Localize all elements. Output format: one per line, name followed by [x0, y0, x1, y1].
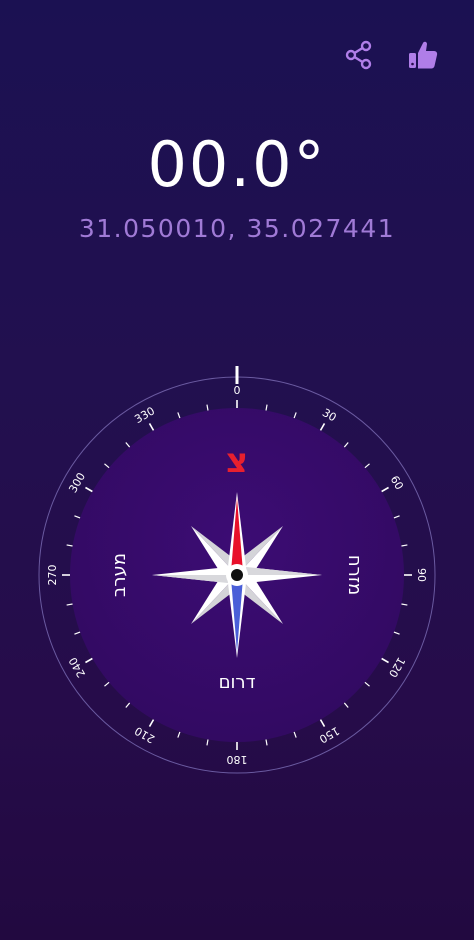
degree-label: 300	[66, 470, 88, 495]
top-actions	[342, 38, 440, 72]
thumbs-up-icon	[409, 41, 438, 69]
tick-mark	[319, 719, 326, 727]
north-letter: צ	[226, 441, 248, 481]
degree-label: 90	[415, 568, 428, 582]
tick-mark	[206, 404, 209, 411]
tick-mark	[343, 702, 349, 708]
like-button[interactable]	[406, 38, 440, 72]
tick-mark	[393, 515, 400, 519]
tick-mark	[364, 681, 370, 687]
degree-label: 60	[388, 473, 406, 492]
share-button[interactable]	[342, 38, 376, 72]
degree-label: 240	[66, 655, 88, 680]
tick-mark	[74, 515, 81, 519]
tick-mark	[381, 657, 389, 664]
gps-coordinates: 31.050010, 35.027441	[78, 214, 396, 243]
tick-mark	[177, 412, 181, 419]
share-icon	[345, 40, 372, 70]
tick-mark	[364, 463, 370, 469]
degree-label: 150	[317, 724, 342, 746]
degree-label: 120	[386, 655, 408, 680]
tick-mark	[85, 486, 93, 493]
tick-mark	[393, 631, 400, 635]
tick-mark	[265, 739, 268, 746]
needle-hub-center	[231, 569, 243, 581]
tick-mark	[343, 442, 349, 448]
tick-mark	[104, 463, 110, 469]
heading-readout: 00.0°	[147, 128, 327, 201]
tick-mark	[381, 486, 389, 493]
degree-label: 330	[132, 404, 157, 426]
east-label: מזרח	[344, 555, 365, 595]
compass-graphic: 0 30 60 90 120 150 180 210 240 270 300 330 צ דרום מ…	[38, 366, 436, 774]
south-label: דרום	[219, 672, 256, 693]
degree-label: 30	[320, 406, 339, 424]
degree-label: 270	[46, 565, 59, 586]
degree-label: 210	[132, 724, 157, 746]
degree-label: 180	[227, 753, 248, 766]
tick-mark	[104, 681, 110, 687]
tick-mark	[66, 603, 73, 606]
tick-mark	[125, 702, 131, 708]
tick-mark	[125, 442, 131, 448]
tick-mark	[66, 544, 73, 547]
tick-mark	[401, 603, 408, 606]
tick-mark	[74, 631, 81, 635]
tick-mark	[319, 423, 326, 431]
tick-mark	[148, 423, 155, 431]
compass-dial: 0 30 60 90 120 150 180 210 240 270 300 330 צ דרום מ…	[37, 360, 437, 780]
tick-mark	[401, 544, 408, 547]
tick-mark	[206, 739, 209, 746]
tick-mark	[293, 731, 297, 738]
tick-mark	[85, 657, 93, 664]
tick-mark	[177, 731, 181, 738]
tick-mark	[148, 719, 155, 727]
tick-mark	[293, 412, 297, 419]
west-label: מערב	[109, 553, 130, 597]
degree-label: 0	[234, 384, 241, 397]
tick-mark	[265, 404, 268, 411]
